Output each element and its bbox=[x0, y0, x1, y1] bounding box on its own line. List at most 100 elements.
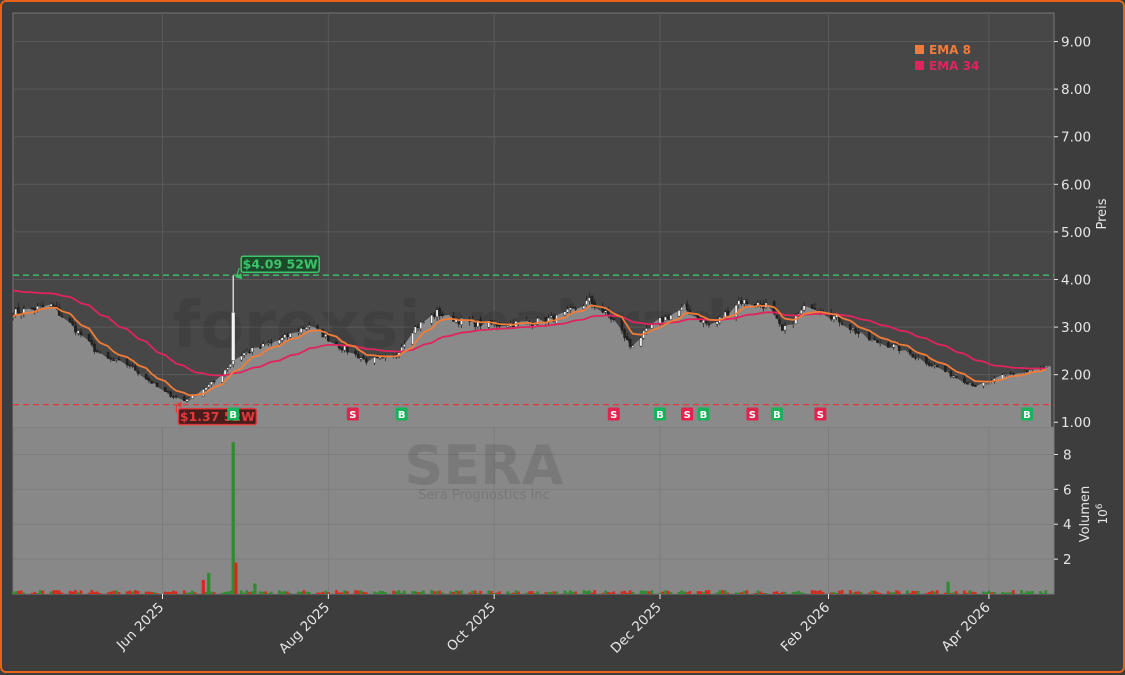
stock-chart: forexsignaltradeSERASera Prognostics Inc… bbox=[11, 12, 1110, 657]
candle-body bbox=[229, 363, 232, 368]
volume-bar bbox=[1031, 591, 1034, 594]
candle-body bbox=[68, 318, 72, 323]
volume-bar bbox=[95, 591, 99, 594]
candle-body bbox=[568, 307, 572, 311]
volume-bar bbox=[267, 593, 270, 594]
volume-bar bbox=[150, 592, 153, 594]
volume-bar bbox=[264, 591, 268, 594]
volume-bar bbox=[887, 591, 890, 594]
volume-bar bbox=[696, 591, 700, 594]
volume-bar bbox=[479, 590, 482, 594]
candle-body bbox=[155, 383, 159, 387]
candle-body bbox=[585, 300, 588, 305]
legend-label: EMA 8 bbox=[929, 43, 971, 57]
volume-bar bbox=[98, 593, 102, 594]
volume-bar bbox=[278, 590, 281, 594]
volume-bar bbox=[318, 592, 322, 594]
volume-bar bbox=[990, 592, 993, 594]
volume-bar bbox=[761, 592, 765, 594]
price-tick-label: 5.00 bbox=[1061, 225, 1091, 241]
candle-body bbox=[590, 295, 594, 305]
volume-bar bbox=[607, 591, 610, 594]
volume-bar bbox=[384, 591, 387, 594]
volume-bar bbox=[354, 590, 357, 594]
candle-body bbox=[669, 314, 673, 320]
candle-body bbox=[813, 307, 817, 310]
volume-bar bbox=[552, 591, 556, 594]
volume-bar bbox=[136, 591, 140, 594]
volume-bar bbox=[316, 592, 319, 594]
volume-bar bbox=[892, 592, 896, 594]
candle-body bbox=[212, 380, 216, 383]
volume-bar bbox=[144, 591, 148, 594]
candle-body bbox=[604, 310, 607, 313]
volume-bar bbox=[813, 590, 817, 594]
candle-body bbox=[783, 325, 787, 331]
volume-bar bbox=[669, 592, 673, 594]
candle-body bbox=[925, 356, 928, 364]
volume-bar bbox=[1028, 591, 1031, 594]
candle-body bbox=[566, 308, 569, 313]
volume-bar bbox=[185, 592, 189, 594]
volume-bar bbox=[449, 591, 452, 594]
candle-body bbox=[316, 325, 319, 329]
candle-body bbox=[683, 304, 686, 307]
volume-bar bbox=[188, 592, 191, 594]
candle-body bbox=[365, 358, 368, 363]
volume-bar bbox=[949, 593, 953, 594]
candle-body bbox=[30, 307, 34, 310]
volume-bar bbox=[403, 590, 406, 594]
volume-bar bbox=[125, 591, 129, 594]
candle-body bbox=[982, 382, 985, 387]
volume-bar bbox=[593, 590, 597, 594]
candle-body bbox=[435, 309, 439, 318]
volume-axis-label: Volumen bbox=[1078, 486, 1093, 543]
volume-bar bbox=[759, 591, 762, 594]
volume-bar bbox=[734, 592, 738, 594]
candle-body bbox=[373, 357, 376, 364]
candle-body bbox=[952, 375, 955, 378]
candle-body bbox=[876, 340, 879, 343]
volume-bar bbox=[563, 590, 567, 594]
candle-body bbox=[892, 344, 896, 348]
52w-low-label: $1.37 52W bbox=[180, 409, 255, 424]
candle-body bbox=[944, 366, 947, 372]
volume-bar bbox=[337, 592, 341, 594]
volume-bar bbox=[299, 591, 303, 594]
volume-bar bbox=[346, 591, 349, 594]
candle-body bbox=[166, 391, 170, 393]
candle-body bbox=[612, 318, 616, 320]
price-tick-label: 8.00 bbox=[1061, 82, 1091, 98]
candle-body bbox=[207, 384, 211, 388]
volume-bar bbox=[1025, 591, 1029, 594]
volume-bar bbox=[954, 591, 958, 594]
volume-bar bbox=[476, 592, 480, 594]
time-tick-label: Apr 2026 bbox=[939, 600, 994, 655]
volume-bar bbox=[984, 592, 988, 594]
candle-body bbox=[359, 357, 363, 360]
signal-label: B bbox=[700, 410, 708, 421]
candle-body bbox=[639, 337, 643, 347]
time-tick-label: Jun 2025 bbox=[113, 600, 167, 654]
volume-bar bbox=[473, 590, 477, 594]
candle-body bbox=[1044, 366, 1048, 368]
volume-bar bbox=[745, 590, 749, 594]
volume-bar bbox=[57, 590, 61, 594]
candle-body bbox=[362, 356, 365, 359]
volume-bar bbox=[109, 591, 113, 594]
volume-bar bbox=[816, 590, 819, 594]
volume-bar bbox=[609, 592, 613, 594]
volume-bar bbox=[430, 590, 433, 594]
candle-body bbox=[889, 346, 893, 349]
volume-bar bbox=[288, 592, 292, 594]
candle-body bbox=[264, 344, 268, 346]
volume-bar bbox=[702, 592, 705, 594]
candle-body bbox=[79, 331, 83, 336]
volume-bar bbox=[245, 590, 249, 594]
volume-bar bbox=[79, 590, 83, 594]
candle-body bbox=[685, 303, 689, 311]
volume-bar bbox=[435, 591, 439, 594]
price-tick-label: 4.00 bbox=[1061, 272, 1091, 288]
volume-bar bbox=[327, 592, 330, 594]
volume-bar bbox=[248, 591, 251, 594]
